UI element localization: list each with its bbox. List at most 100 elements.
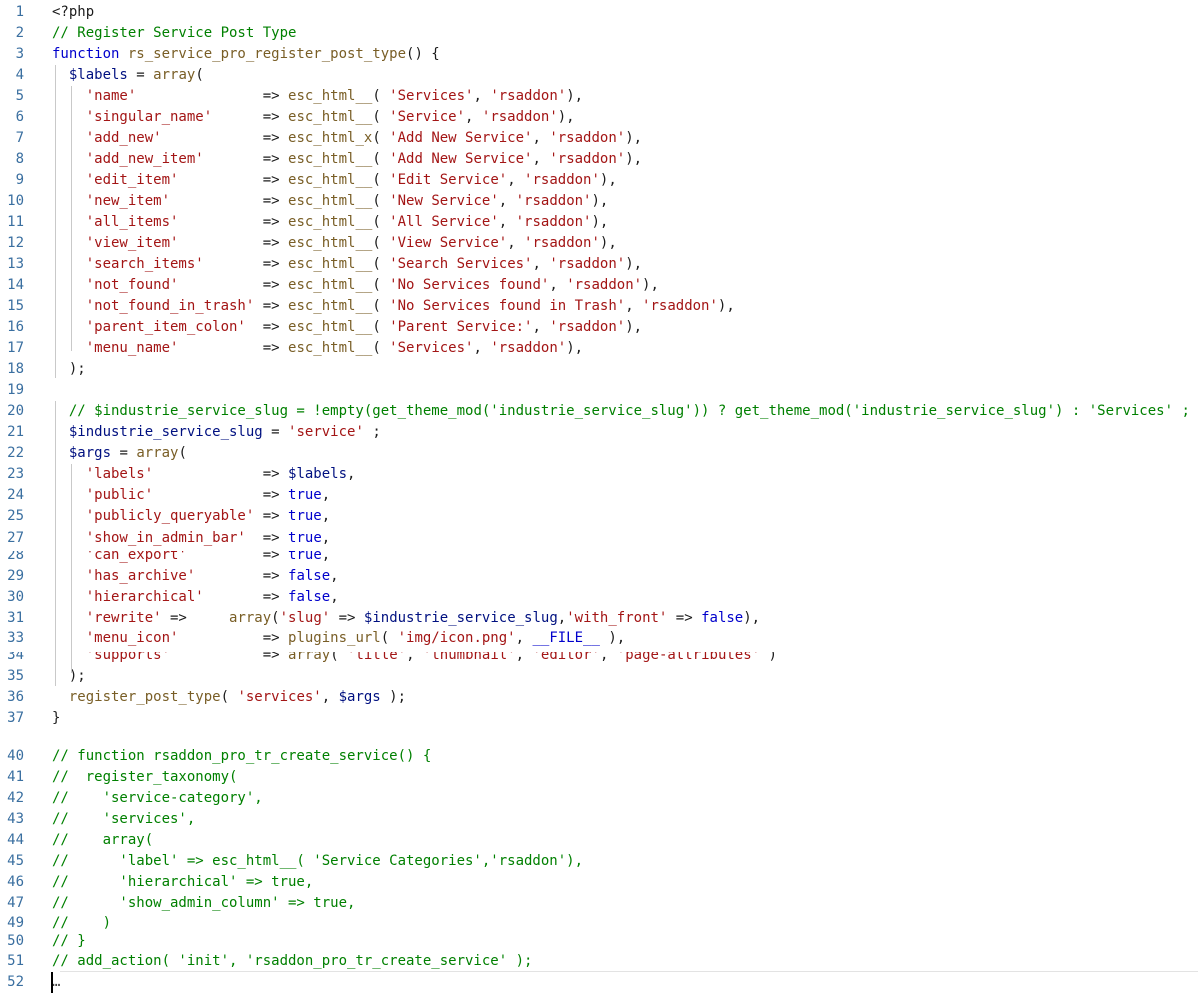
code-line[interactable]: 44 // array( bbox=[0, 830, 1198, 851]
code-line[interactable]: 10 'new_item' => esc_html__( 'New Servic… bbox=[0, 191, 1198, 212]
code-line[interactable]: 7 'add_new' => esc_html_x( 'Add New Serv… bbox=[0, 128, 1198, 149]
code-token: // ) bbox=[52, 915, 112, 931]
line-number: 4 bbox=[15, 67, 24, 83]
code-editor[interactable]: 1 <?php 2 // Register Service Post Type 3 fun… bbox=[0, 0, 1198, 996]
code-line[interactable]: 2 // Register Service Post Type bbox=[0, 23, 1198, 44]
code-line[interactable]: 17 'menu_name' => esc_html__( 'Services'… bbox=[0, 338, 1198, 359]
code-line[interactable]: 22 $args = array( bbox=[0, 443, 1198, 464]
code-line[interactable]: 34 'supports' => array( 'title', 'thumbn… bbox=[0, 652, 1198, 666]
code-token: $args bbox=[338, 689, 381, 705]
code-line[interactable]: 19 bbox=[0, 380, 1198, 401]
code-line[interactable]: 20 // $industrie_service_slug = !empty(g… bbox=[0, 401, 1198, 422]
code-token: // 'service-category', bbox=[52, 790, 263, 806]
code-text: ); bbox=[52, 666, 86, 687]
code-line[interactable]: 33 'menu_icon' => plugins_url( 'img/icon… bbox=[0, 628, 1198, 649]
code-token: // add_action( 'init', 'rsaddon_pro_tr_c… bbox=[52, 953, 533, 969]
code-line[interactable]: 25 'publicly_queryable' => true, bbox=[0, 506, 1198, 527]
code-token: , bbox=[473, 88, 491, 104]
code-token: // 'services', bbox=[52, 811, 196, 827]
code-token: 'public' bbox=[85, 487, 154, 503]
code-token: => bbox=[203, 256, 289, 272]
code-line[interactable]: 23 'labels' => $labels, bbox=[0, 464, 1198, 485]
code-token: 'add_new' bbox=[85, 130, 162, 146]
code-line[interactable]: 5 'name' => esc_html__( 'Services', 'rsa… bbox=[0, 86, 1198, 107]
code-line[interactable]: 42 // 'service-category', bbox=[0, 788, 1198, 809]
code-token: 'page-attributes' bbox=[616, 652, 761, 663]
code-token: => bbox=[178, 214, 289, 230]
code-token: esc_html__ bbox=[288, 256, 373, 272]
code-line[interactable]: 4 $labels = array( bbox=[0, 65, 1198, 86]
code-line[interactable]: 14 'not_found' => esc_html__( 'No Servic… bbox=[0, 275, 1198, 296]
code-line[interactable]: 9 'edit_item' => esc_html__( 'Edit Servi… bbox=[0, 170, 1198, 191]
code-line[interactable]: 8 'add_new_item' => esc_html__( 'Add New… bbox=[0, 149, 1198, 170]
code-token: ), bbox=[717, 298, 735, 314]
code-token: 'rsaddon' bbox=[566, 277, 643, 293]
code-token: 'rsaddon' bbox=[549, 256, 626, 272]
code-line[interactable]: 45 // 'label' => esc_html__( 'Service Cat… bbox=[0, 851, 1198, 872]
code-token: ( bbox=[372, 151, 390, 167]
code-token: $industrie_service_slug bbox=[363, 610, 558, 626]
code-token: => bbox=[161, 610, 230, 626]
code-line[interactable]: 51 // add_action( 'init', 'rsaddon_pro_tr… bbox=[0, 951, 1198, 972]
code-token: 'thumbnail' bbox=[422, 652, 516, 663]
code-line[interactable]: 18 ); bbox=[0, 359, 1198, 380]
code-line[interactable]: 27 'show_in_admin_bar' => true, bbox=[0, 528, 1198, 549]
code-line[interactable]: 52… bbox=[0, 972, 1198, 993]
code-token: 'show_in_admin_bar' bbox=[85, 530, 246, 546]
code-line[interactable]: 43 // 'services', bbox=[0, 809, 1198, 830]
current-line-highlight bbox=[60, 971, 1198, 972]
line-number: 3 bbox=[15, 46, 24, 62]
code-token: false bbox=[701, 610, 744, 626]
code-line[interactable]: 46 // 'hierarchical' => true, bbox=[0, 872, 1198, 893]
code-text: 'menu_icon' => plugins_url( 'img/icon.pn… bbox=[52, 628, 625, 649]
code-text: 'parent_item_colon' => esc_html__( 'Pare… bbox=[52, 317, 642, 338]
code-line[interactable]: 16 'parent_item_colon' => esc_html__( 'P… bbox=[0, 317, 1198, 338]
line-number: 41 bbox=[7, 769, 24, 785]
code-token: ; bbox=[363, 424, 381, 440]
code-token: , bbox=[599, 652, 617, 663]
code-line[interactable]: 29 'has_archive' => false, bbox=[0, 566, 1198, 587]
line-number: 14 bbox=[7, 277, 24, 293]
code-line[interactable]: 40 // function rsaddon_pro_tr_create_serv… bbox=[0, 746, 1198, 767]
code-line[interactable]: 6 'singular_name' => esc_html__( 'Servic… bbox=[0, 107, 1198, 128]
code-line[interactable]: 30 'hierarchical' => false, bbox=[0, 587, 1198, 608]
code-line[interactable]: 11 'all_items' => esc_html__( 'All Servi… bbox=[0, 212, 1198, 233]
code-token: ); bbox=[380, 689, 407, 705]
code-line[interactable]: 13 'search_items' => esc_html__( 'Search… bbox=[0, 254, 1198, 275]
code-token: 'add_new_item' bbox=[85, 151, 204, 167]
code-line[interactable]: 37} bbox=[0, 708, 1198, 729]
code-line[interactable]: 47 // 'show_admin_column' => true, bbox=[0, 893, 1198, 914]
code-line[interactable]: 12 'view_item' => esc_html__( 'View Serv… bbox=[0, 233, 1198, 254]
code-token: 'title' bbox=[347, 652, 407, 663]
code-token: => bbox=[254, 508, 289, 524]
code-text: 'supports' => array( 'title', 'thumbnail… bbox=[52, 652, 777, 666]
code-line[interactable]: 28 'can_export' => true, bbox=[0, 551, 1198, 566]
code-line[interactable]: 15 'not_found_in_trash' => esc_html__( '… bbox=[0, 296, 1198, 317]
code-line[interactable]: 50 // } bbox=[0, 931, 1198, 952]
code-token: => bbox=[178, 340, 289, 356]
indent-guide bbox=[71, 86, 72, 351]
code-line[interactable]: 31 'rewrite' => array('slug' => $industr… bbox=[0, 608, 1198, 629]
code-token: , bbox=[406, 652, 423, 663]
code-line[interactable]: 3 function rs_service_pro_register_post_t… bbox=[0, 44, 1198, 65]
code-token: } bbox=[52, 710, 61, 726]
code-text: // 'hierarchical' => true, bbox=[52, 872, 313, 893]
code-line[interactable]: 35 ); bbox=[0, 666, 1198, 687]
code-line[interactable]: 41 // register_taxonomy( bbox=[0, 767, 1198, 788]
code-line[interactable]: 1 <?php bbox=[0, 2, 1198, 23]
code-line[interactable]: 24 'public' => true, bbox=[0, 485, 1198, 506]
code-token: 'img/icon.png' bbox=[397, 630, 516, 646]
code-token: => bbox=[330, 610, 364, 626]
code-token: => bbox=[186, 551, 289, 563]
line-number: 36 bbox=[7, 689, 24, 705]
line-number: 52 bbox=[7, 974, 24, 990]
code-line[interactable]: 36 register_post_type( 'services', $args… bbox=[0, 687, 1198, 708]
line-number: 8 bbox=[15, 151, 24, 167]
line-number: 51 bbox=[7, 953, 24, 969]
code-line[interactable]: 21 $industrie_service_slug = 'service' ; bbox=[0, 422, 1198, 443]
code-token: 'rsaddon' bbox=[549, 151, 626, 167]
code-token: 'rewrite' bbox=[85, 610, 162, 626]
